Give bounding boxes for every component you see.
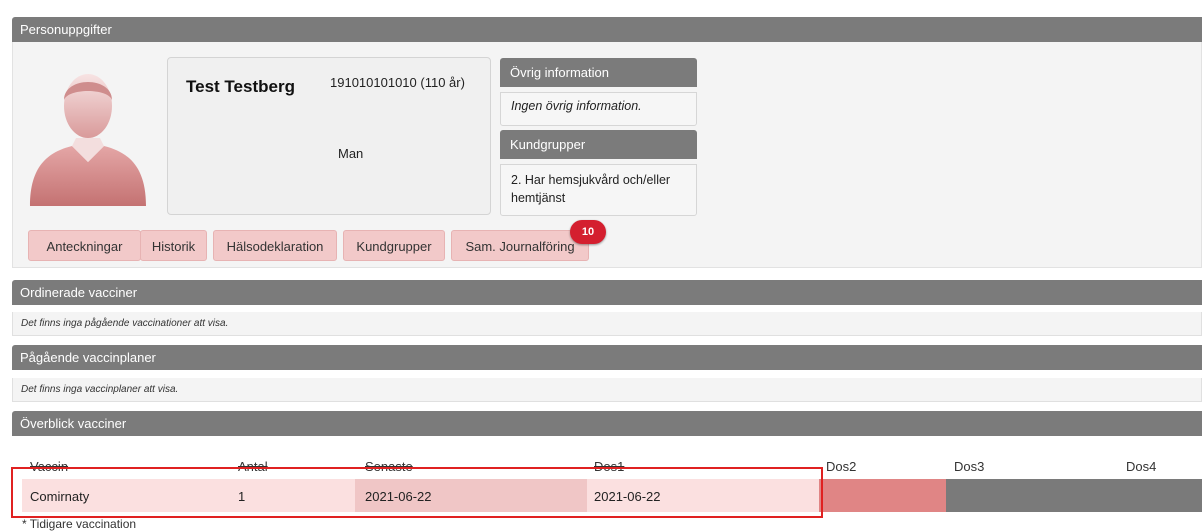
tab-joint-journal[interactable]: Sam. Journalföring (451, 230, 589, 261)
tab-history[interactable]: Historik (140, 230, 207, 261)
other-info-header: Övrig information (500, 58, 697, 87)
header-dose3: Dos3 (954, 459, 985, 474)
personal-number: 191010101010 (110 år) (330, 75, 465, 90)
header-dose2: Dos2 (826, 459, 857, 474)
section-header-overview: Överblick vacciner (12, 411, 1202, 436)
plans-empty-message: Det finns inga vaccinplaner att visa. (12, 378, 1202, 402)
dose2-cell (819, 479, 946, 512)
patient-gender: Man (338, 146, 364, 161)
tab-customer-groups[interactable]: Kundgrupper (343, 230, 445, 261)
tab-health-declaration[interactable]: Hälsodeklaration (213, 230, 337, 261)
section-header-personal: Personuppgifter (12, 17, 1202, 42)
customer-groups-header: Kundgrupper (500, 130, 697, 159)
section-header-ordered: Ordinerade vacciner (12, 280, 1202, 305)
journal-count-badge: 10 (570, 220, 606, 244)
customer-groups-text: 2. Har hemsjukvård och/eller hemtjänst (500, 164, 697, 216)
patient-name: Test Testberg (186, 77, 295, 96)
tab-notes[interactable]: Anteckningar (28, 230, 141, 261)
header-dose4: Dos4 (1126, 459, 1157, 474)
dose3-4-cell (946, 479, 1202, 512)
section-header-plans: Pågående vaccinplaner (12, 345, 1202, 370)
row-highlight-box (11, 467, 823, 518)
other-info-text: Ingen övrig information. (500, 92, 697, 126)
footnote: * Tidigare vaccination (22, 517, 137, 531)
ordered-empty-message: Det finns inga pågående vaccinationer at… (12, 312, 1202, 336)
avatar (30, 74, 146, 206)
